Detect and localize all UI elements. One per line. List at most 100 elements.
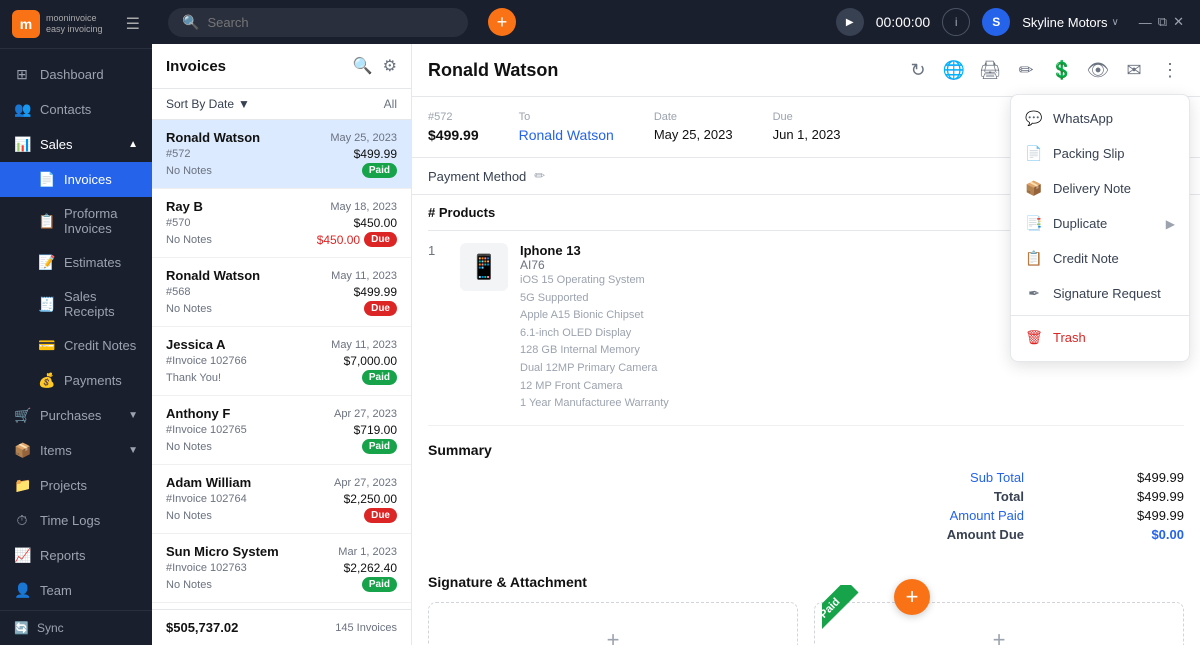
dropdown-item-signature-request[interactable]: ✒ Signature Request <box>1011 276 1189 311</box>
sort-by-date[interactable]: Sort By Date ▼ <box>166 97 250 111</box>
sidebar-item-label: Dashboard <box>40 67 104 82</box>
dropdown-item-packing-slip[interactable]: 📄 Packing Slip <box>1011 136 1189 171</box>
sidebar-item-payments[interactable]: 💰 Payments <box>0 363 152 398</box>
invoice-item[interactable]: Sun Micro System Mar 1, 2023 #Invoice 10… <box>152 534 411 603</box>
sidebar-item-label: Team <box>40 583 72 598</box>
invoice-item-number: #Invoice 102766 <box>166 355 247 367</box>
hamburger-icon[interactable]: ☰ <box>126 14 140 34</box>
logo-icon: m <box>12 10 40 38</box>
invoices-icon: 📄 <box>38 171 54 188</box>
payment-edit-icon[interactable]: ✏ <box>534 168 545 184</box>
filter-invoices-icon[interactable]: ⚙ <box>383 56 397 76</box>
customer-sign-box[interactable]: + Customer Sign <box>428 602 798 645</box>
sidebar-item-label: Items <box>40 443 72 458</box>
search-bar[interactable]: 🔍 <box>168 8 468 37</box>
add-button[interactable]: + <box>488 8 516 36</box>
sidebar-item-projects[interactable]: 📁 Projects <box>0 468 152 503</box>
sidebar-item-team[interactable]: 👤 Team <box>0 573 152 608</box>
sort-chevron-icon: ▼ <box>238 97 250 111</box>
filter-all[interactable]: All <box>384 97 397 111</box>
summary-rows: Sub Total $499.99 Total $499.99 Amount P… <box>428 470 1184 542</box>
sidebar-item-sales[interactable]: 📊 Sales ▲ <box>0 127 152 162</box>
dollar-icon[interactable]: 💲 <box>1048 56 1076 84</box>
dropdown-item-label: Duplicate <box>1053 216 1107 231</box>
sidebar-item-label: Purchases <box>40 408 101 423</box>
invoice-amount: $499.99 <box>428 127 479 143</box>
invoice-detail-header: Ronald Watson ↻ 🌐 🖨 ✏ 💲 👁 ✉ ⋮ <box>412 44 1200 97</box>
search-input[interactable] <box>207 15 454 30</box>
sidebar-item-dashboard[interactable]: ⊞ Dashboard <box>0 57 152 92</box>
invoice-item[interactable]: Ronald Watson May 11, 2023 #568 $499.99 … <box>152 258 411 327</box>
signature-row: + Customer Sign + Attachment <box>428 602 1184 645</box>
info-button[interactable]: i <box>942 8 970 36</box>
sidebar-item-estimates[interactable]: 📝 Estimates <box>0 245 152 280</box>
play-button[interactable]: ▶ <box>836 8 864 36</box>
sidebar-footer-sync[interactable]: 🔄 Sync <box>0 610 152 645</box>
invoice-detail-title: Ronald Watson <box>428 60 558 81</box>
invoice-item-date: May 11, 2023 <box>331 339 397 351</box>
sidebar-item-items[interactable]: 📦 Items ▼ <box>0 433 152 468</box>
floating-add-button[interactable]: + <box>894 579 930 615</box>
dropdown-item-delivery-note[interactable]: 📦 Delivery Note <box>1011 171 1189 206</box>
sidebar-item-time-logs[interactable]: ⏱ Time Logs <box>0 503 152 538</box>
logo-text: mooninvoice easy invoicing <box>46 13 103 35</box>
edit-icon[interactable]: ✏ <box>1012 56 1040 84</box>
restore-button[interactable]: ⧉ <box>1158 14 1167 30</box>
invoice-item[interactable]: Anthony F Apr 27, 2023 #Invoice 102765 $… <box>152 396 411 465</box>
product-image: 📱 <box>460 243 508 291</box>
invoice-item-name: Jessica A <box>166 337 226 352</box>
invoice-item[interactable]: Ray B May 18, 2023 #570 $450.00 No Notes… <box>152 189 411 258</box>
dropdown-item-trash[interactable]: 🗑 Trash <box>1011 320 1189 355</box>
sidebar-item-purchases[interactable]: 🛒 Purchases ▼ <box>0 398 152 433</box>
invoice-item[interactable]: Ronald Watson May 25, 2023 #572 $499.99 … <box>152 120 411 189</box>
sidebar-item-receipts[interactable]: 🧾 Sales Receipts <box>0 280 152 328</box>
sidebar-item-label: Credit Notes <box>64 338 136 353</box>
invoice-item-date: Apr 27, 2023 <box>334 408 397 420</box>
credit-note-icon: 📋 <box>1025 250 1043 267</box>
invoice-item-amount: $499.99 <box>354 147 397 161</box>
meta-due: Due Jun 1, 2023 <box>773 111 841 143</box>
invoice-item-name: Ray B <box>166 199 203 214</box>
spec-3: Apple A15 Bionic Chipset <box>520 309 644 321</box>
dropdown-item-whatsapp[interactable]: 💬 WhatsApp <box>1011 101 1189 136</box>
sidebar-item-credit-notes[interactable]: 💳 Credit Notes <box>0 328 152 363</box>
invoice-item[interactable]: Jessica A May 11, 2023 #Invoice 102766 $… <box>152 327 411 396</box>
email-icon[interactable]: ✉ <box>1120 56 1148 84</box>
credit-notes-icon: 💳 <box>38 337 54 354</box>
purchases-icon: 🛒 <box>14 407 30 424</box>
sidebar-item-label: Proforma Invoices <box>64 206 138 236</box>
invoice-item-notes: No Notes <box>166 579 212 591</box>
invoice-item-number: #Invoice 102765 <box>166 424 247 436</box>
dropdown-item-credit-note[interactable]: 📋 Credit Note <box>1011 241 1189 276</box>
eye-icon[interactable]: 👁 <box>1084 56 1112 84</box>
phone-icon: 📱 <box>469 253 499 282</box>
sidebar-item-proforma[interactable]: 📋 Proforma Invoices <box>0 197 152 245</box>
sidebar-item-invoices[interactable]: 📄 Invoices <box>0 162 152 197</box>
time-logs-icon: ⏱ <box>14 512 30 529</box>
invoice-item-notes: No Notes <box>166 441 212 453</box>
company-selector[interactable]: Skyline Motors ∨ <box>1022 15 1119 30</box>
sidebar-item-label: Sales <box>40 137 73 152</box>
print-icon[interactable]: 🖨 <box>976 56 1004 84</box>
minimize-button[interactable]: — <box>1139 15 1152 30</box>
status-badge: Paid <box>362 439 397 454</box>
sidebar-item-contacts[interactable]: 👥 Contacts <box>0 92 152 127</box>
dropdown-item-label: Packing Slip <box>1053 146 1125 161</box>
invoice-item-date: Mar 1, 2023 <box>338 546 397 558</box>
more-options-icon[interactable]: ⋮ <box>1156 56 1184 84</box>
subtotal-row: Sub Total $499.99 <box>428 470 1184 485</box>
refresh-icon[interactable]: ↻ <box>904 56 932 84</box>
amount-paid-value: $499.99 <box>1104 508 1184 523</box>
dropdown-item-duplicate[interactable]: 📑 Duplicate ▶ <box>1011 206 1189 241</box>
search-invoices-icon[interactable]: 🔍 <box>353 56 373 76</box>
to-value[interactable]: Ronald Watson <box>519 127 614 143</box>
invoice-item[interactable]: Adam William Apr 27, 2023 #Invoice 10276… <box>152 465 411 534</box>
signature-title: Signature & Attachment <box>428 574 1184 590</box>
share-icon[interactable]: 🌐 <box>940 56 968 84</box>
close-button[interactable]: ✕ <box>1173 14 1184 30</box>
sidebar-item-reports[interactable]: 📈 Reports <box>0 538 152 573</box>
invoice-item-amount: $2,250.00 <box>344 492 397 506</box>
whatsapp-icon: 💬 <box>1025 110 1043 127</box>
status-badge: Due <box>364 508 397 523</box>
to-label: To <box>519 111 614 123</box>
